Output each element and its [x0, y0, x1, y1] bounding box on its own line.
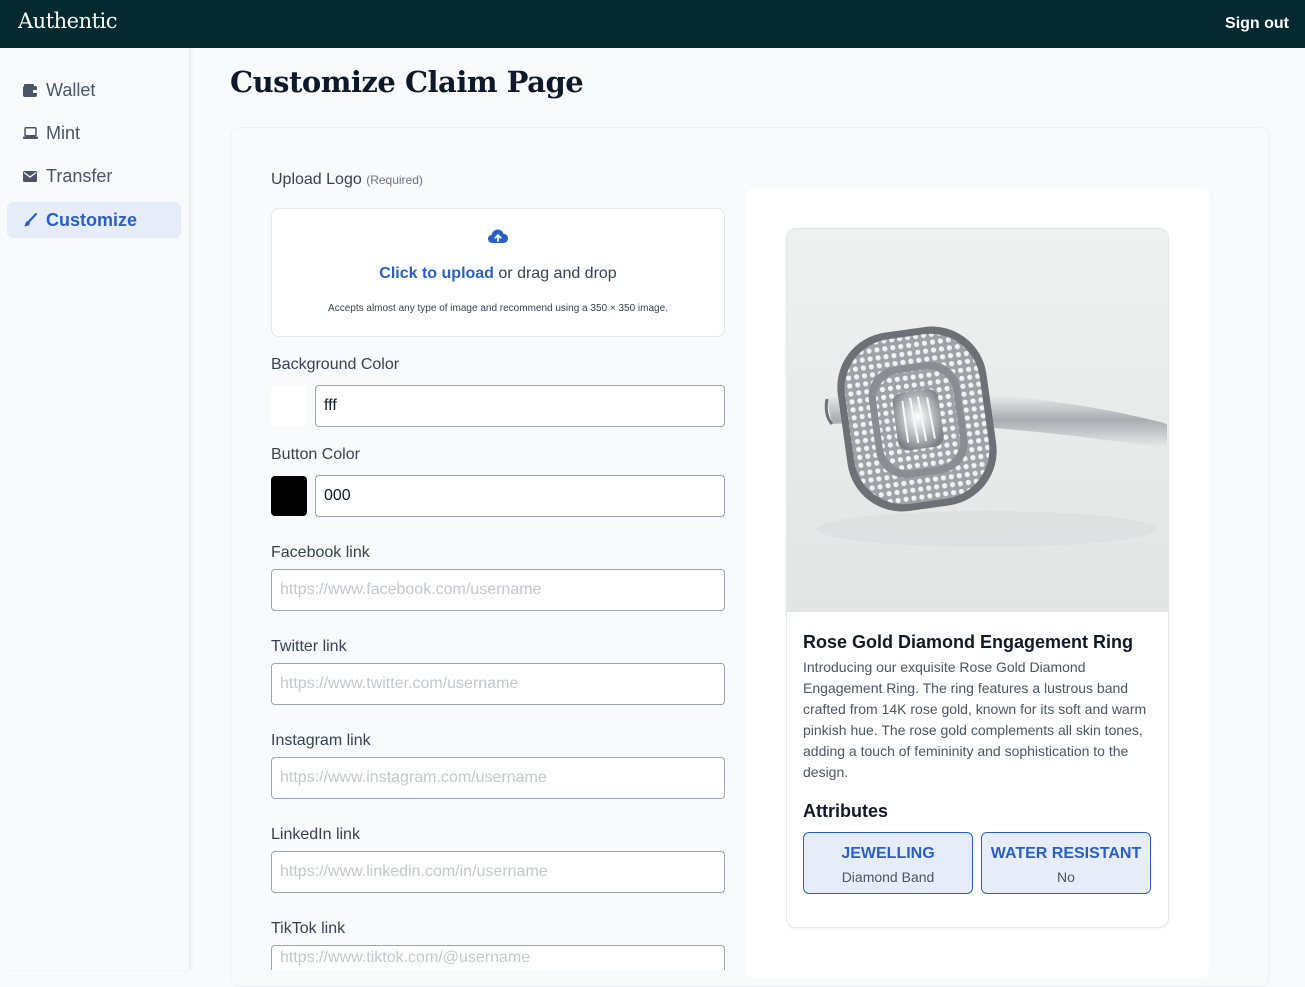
- facebook-link-label: Facebook link: [271, 544, 370, 561]
- dropzone-instructions: Click to upload or drag and drop: [272, 265, 724, 283]
- upload-logo-label-text: Upload Logo: [271, 171, 362, 188]
- upload-logo-label: Upload Logo (Required): [271, 171, 423, 189]
- background-color-input[interactable]: [315, 385, 725, 427]
- button-color-swatch[interactable]: [271, 476, 307, 516]
- attribute-key: WATER RESISTANT: [990, 845, 1142, 862]
- button-color-input[interactable]: [315, 475, 725, 517]
- twitter-link-input[interactable]: [271, 663, 725, 705]
- claim-page-preview: Rose Gold Diamond Engagement Ring Introd…: [786, 228, 1169, 928]
- upload-note: Accepts almost any type of image and rec…: [328, 303, 668, 314]
- drag-drop-text: or drag and drop: [493, 265, 617, 282]
- sidebar-item-transfer[interactable]: Transfer: [7, 158, 181, 194]
- envelope-icon: [22, 170, 38, 182]
- sidebar-item-mint[interactable]: Mint: [7, 115, 181, 151]
- product-description: Introducing our exquisite Rose Gold Diam…: [803, 659, 1147, 780]
- sidebar-item-label: Customize: [46, 209, 138, 230]
- top-bar: Authentic Sign out: [0, 0, 1305, 48]
- sidebar: Wallet Mint Transfer Customize: [0, 48, 190, 970]
- attributes-heading: Attributes: [803, 801, 888, 821]
- attribute-chip: WATER RESISTANT No: [981, 832, 1151, 894]
- linkedin-link-label: LinkedIn link: [271, 826, 360, 843]
- tiktok-link-label: TikTok link: [271, 920, 346, 937]
- logo-dropzone[interactable]: Click to upload or drag and drop Accepts…: [271, 208, 725, 337]
- product-image: [787, 229, 1168, 612]
- sidebar-item-label: Wallet: [46, 79, 96, 100]
- click-to-upload-link[interactable]: Click to upload: [379, 265, 494, 282]
- instagram-link-label: Instagram link: [271, 732, 371, 749]
- brand-logo[interactable]: Authentic: [18, 9, 118, 33]
- background-color-swatch[interactable]: [271, 385, 307, 427]
- instagram-link-input[interactable]: [271, 757, 725, 799]
- facebook-link-input[interactable]: [271, 569, 725, 611]
- page-title: Customize Claim Page: [230, 65, 584, 99]
- sidebar-item-label: Mint: [46, 122, 81, 143]
- product-title: Rose Gold Diamond Engagement Ring: [803, 632, 1134, 652]
- sidebar-item-wallet[interactable]: Wallet: [7, 72, 181, 108]
- linkedin-link-input[interactable]: [271, 851, 725, 893]
- background-color-label: Background Color: [271, 356, 400, 373]
- sidebar-item-label: Transfer: [46, 165, 113, 186]
- button-color-label: Button Color: [271, 446, 360, 463]
- required-badge: (Required): [366, 173, 423, 187]
- laptop-icon: [22, 127, 38, 139]
- brush-icon: [22, 213, 38, 227]
- tiktok-link-input[interactable]: [271, 945, 725, 970]
- cloud-upload-icon: [487, 228, 509, 249]
- attribute-value: Diamond Band: [841, 869, 935, 885]
- attribute-key: JEWELLING: [841, 845, 935, 862]
- attribute-chip: JEWELLING Diamond Band: [803, 832, 973, 894]
- attribute-value: No: [1057, 869, 1075, 885]
- twitter-link-label: Twitter link: [271, 638, 347, 655]
- wallet-icon: [22, 83, 38, 97]
- sign-out-button[interactable]: Sign out: [1225, 15, 1289, 33]
- sidebar-item-customize[interactable]: Customize: [7, 202, 181, 238]
